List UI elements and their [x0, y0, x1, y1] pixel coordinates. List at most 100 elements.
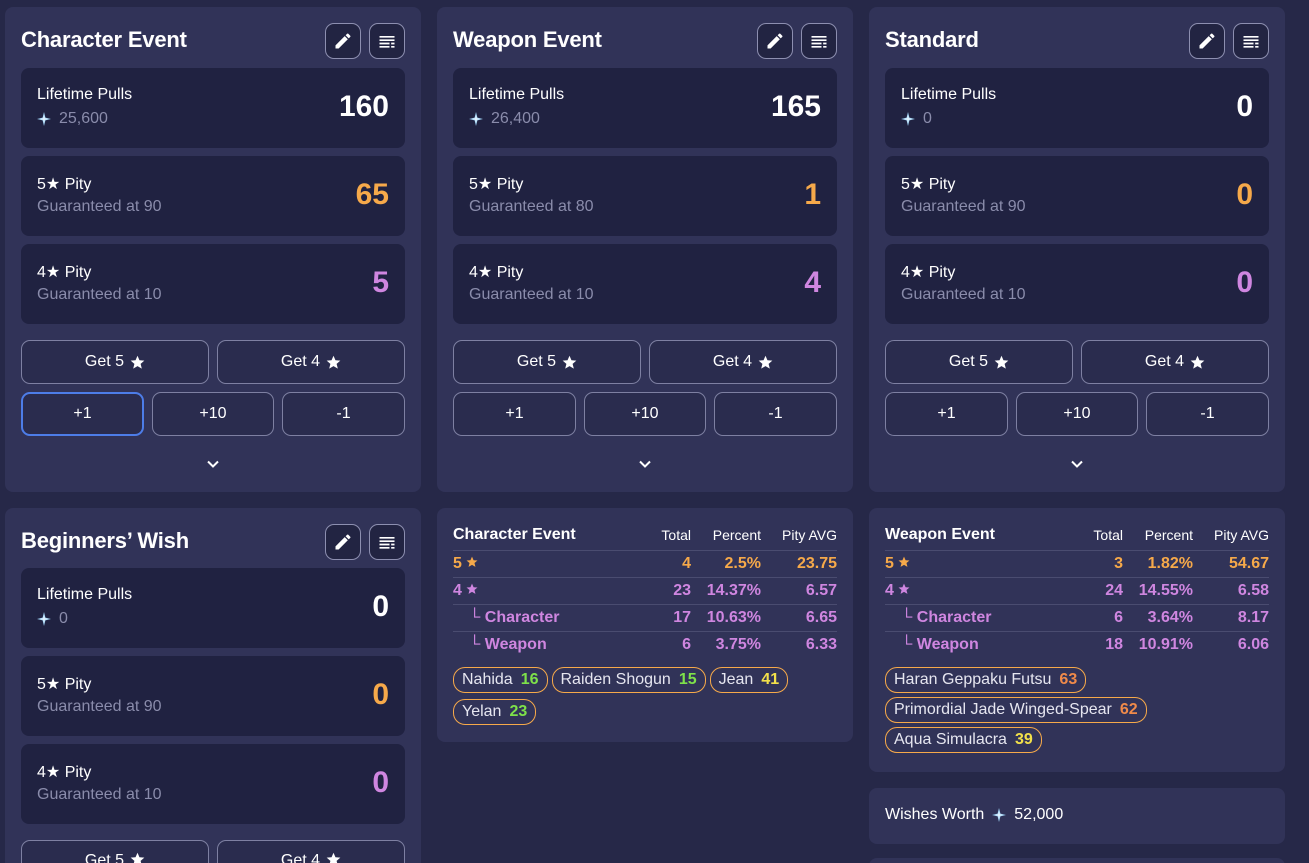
chip-name: Aqua Simulacra — [894, 731, 1007, 748]
plus-10-button[interactable]: +10 — [152, 392, 274, 436]
plus-1-button[interactable]: +1 — [21, 392, 144, 436]
edit-button[interactable] — [325, 23, 361, 59]
minus-1-button[interactable]: -1 — [714, 392, 837, 436]
header-total: Total — [1063, 524, 1123, 551]
get-5-star-button[interactable]: Get 5 — [453, 340, 641, 384]
history-chip[interactable]: Primordial Jade Winged-Spear 62 — [885, 697, 1147, 723]
chevron-down-icon[interactable] — [205, 456, 221, 472]
get-4-star-button[interactable]: Get 4 — [217, 340, 405, 384]
chip-name: Nahida — [462, 671, 513, 688]
five-star-pity-label: 5★ Pity — [37, 176, 92, 193]
star-icon — [466, 583, 478, 595]
chip-count: 23 — [509, 703, 528, 720]
history-chip[interactable]: Jean 41 — [709, 667, 789, 693]
get-4-star-button[interactable]: Get 4 — [1081, 340, 1269, 384]
lifetime-pulls-value: 0 — [372, 590, 389, 623]
lifetime-cost: 0 — [901, 110, 932, 128]
four-star-pity-box: 4★ Pity Guaranteed at 10 4 — [453, 244, 837, 324]
five-star-pity-value: 0 — [1236, 178, 1253, 211]
cell-percent: 3.64% — [1123, 604, 1193, 632]
row-label-text: 4 — [885, 582, 894, 599]
chevron-down-icon[interactable] — [1069, 456, 1085, 472]
banner-card-weapon-event: Weapon Event Lifetime Pulls 26,400 165 5… — [437, 7, 853, 492]
get-5-star-button[interactable]: Get 5 — [21, 340, 209, 384]
four-star-guarantee: Guaranteed at 10 — [37, 286, 162, 303]
chip-count: 15 — [678, 671, 697, 688]
five-star-history-chips: Haran Geppaku Futsu 63 Primordial Jade Wi… — [885, 667, 1275, 753]
banner-card-beginners-wish: Beginners’ Wish Lifetime Pulls 0 0 5★ Pi… — [5, 508, 421, 863]
four-star-guarantee: Guaranteed at 10 — [469, 286, 594, 303]
row-label: 4 — [885, 577, 1063, 605]
minus-1-button[interactable]: -1 — [282, 392, 405, 436]
star-icon — [1190, 355, 1205, 370]
pencil-icon — [333, 31, 353, 51]
list-icon — [377, 532, 397, 552]
five-star-guarantee: Guaranteed at 90 — [901, 198, 1026, 215]
lifetime-cost-value: 26,400 — [491, 110, 540, 127]
get-4-label: Get 4 — [280, 353, 321, 370]
plus-10-button[interactable]: +10 — [1016, 392, 1138, 436]
lifetime-cost-value: 0 — [923, 110, 932, 127]
minus-1-button[interactable]: -1 — [1146, 392, 1269, 436]
header-pity-avg: Pity AVG — [1193, 524, 1269, 551]
history-chip[interactable]: Haran Geppaku Futsu 63 — [885, 667, 1087, 693]
get-5-star-button[interactable]: Get 5 — [885, 340, 1073, 384]
star-icon — [466, 556, 478, 568]
get-4-label: Get 4 — [1144, 353, 1185, 370]
chevron-down-icon[interactable] — [637, 456, 653, 472]
history-chip[interactable]: Yelan 23 — [453, 699, 537, 725]
lifetime-pulls-value: 165 — [770, 90, 821, 123]
stats-card-character-event: Character Event Total Percent Pity AVG 5… — [437, 508, 853, 742]
history-menu-button[interactable] — [369, 524, 405, 560]
plus-1-button[interactable]: +1 — [885, 392, 1008, 436]
row-label: └ Character — [453, 604, 631, 632]
get-4-star-button[interactable]: Get 4 — [649, 340, 837, 384]
row-label: 5 — [453, 550, 631, 578]
get-4-star-button[interactable]: Get 4 — [217, 840, 405, 863]
history-chip[interactable]: Raiden Shogun 15 — [551, 667, 706, 693]
stats-card-weapon-event: Weapon Event Total Percent Pity AVG 5 3 … — [869, 508, 1285, 772]
lifetime-pulls-box: Lifetime Pulls 25,600 160 — [21, 68, 405, 148]
plus-10-button[interactable]: +10 — [584, 392, 706, 436]
history-chip[interactable]: Nahida 16 — [453, 667, 548, 693]
four-star-pity-value: 4 — [804, 266, 821, 299]
lifetime-cost: 25,600 — [37, 110, 108, 128]
header-pity-avg: Pity AVG — [761, 524, 837, 551]
stats-table-title: Character Event — [453, 524, 631, 551]
history-menu-button[interactable] — [801, 23, 837, 59]
cell-total: 6 — [682, 636, 691, 654]
five-star-pity-value: 65 — [355, 178, 389, 211]
history-menu-button[interactable] — [369, 23, 405, 59]
header-total: Total — [631, 524, 691, 551]
banner-title: Character Event — [21, 27, 187, 52]
four-star-guarantee: Guaranteed at 10 — [901, 286, 1026, 303]
row-label: └ Weapon — [901, 636, 979, 654]
four-star-pity-value: 0 — [1236, 266, 1253, 299]
star-icon — [326, 852, 341, 863]
cell-avg: 6.06 — [1237, 636, 1269, 654]
history-menu-button[interactable] — [1233, 23, 1269, 59]
chip-name: Jean — [718, 671, 754, 688]
get-5-star-button[interactable]: Get 5 — [21, 840, 209, 863]
pencil-icon — [1197, 31, 1217, 51]
edit-button[interactable] — [1189, 23, 1225, 59]
table-row-four-star-character: └ Character 17 10.63% 6.65 — [453, 604, 837, 632]
cell-total: 6 — [1063, 604, 1123, 632]
get-5-label: Get 5 — [84, 353, 125, 370]
banner-title: Weapon Event — [453, 27, 602, 52]
primogem-icon — [992, 808, 1006, 822]
edit-button[interactable] — [757, 23, 793, 59]
cell-percent: 14.37% — [691, 577, 761, 605]
five-star-guarantee: Guaranteed at 80 — [469, 198, 594, 215]
wishes-worth-card: Wishes Worth 52,000 — [869, 788, 1285, 844]
banner-card-character-event: Character Event Lifetime Pulls 25,600 16… — [5, 7, 421, 492]
cell-total: 3 — [1063, 550, 1123, 578]
five-star-pity-label: 5★ Pity — [901, 176, 956, 193]
primogem-icon — [901, 112, 915, 126]
plus-1-button[interactable]: +1 — [453, 392, 576, 436]
history-chip[interactable]: Aqua Simulacra 39 — [885, 727, 1042, 753]
edit-button[interactable] — [325, 524, 361, 560]
stats-table: Weapon Event Total Percent Pity AVG 5 3 … — [885, 524, 1269, 659]
lifetime-cost: 0 — [37, 610, 68, 628]
get-5-label: Get 5 — [84, 852, 125, 863]
